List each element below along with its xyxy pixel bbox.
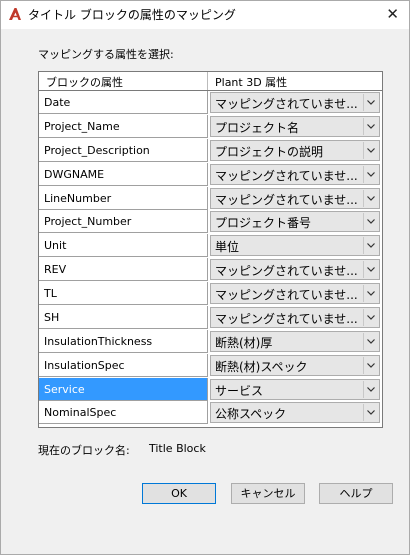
plant-attribute-dropdown[interactable]: マッピングされていませ... bbox=[210, 92, 380, 113]
column-header-block-attribute: ブロックの属性 bbox=[46, 76, 123, 89]
table-row: DWGNAME マッピングされていませ... bbox=[39, 162, 382, 187]
close-icon[interactable]: ✕ bbox=[386, 5, 399, 23]
cancel-button[interactable]: キャンセル bbox=[231, 483, 305, 504]
plant-attribute-dropdown[interactable]: 断熱(材)スペック bbox=[210, 354, 380, 376]
plant-attribute-dropdown[interactable]: プロジェクト番号 bbox=[210, 211, 380, 233]
table-row: LineNumber マッピングされていませ... bbox=[39, 186, 382, 211]
chevron-down-icon[interactable] bbox=[363, 261, 378, 279]
chevron-down-icon[interactable] bbox=[363, 332, 378, 350]
table-row: Date マッピングされていませ... bbox=[39, 91, 382, 115]
table-row: InsulationSpec 断熱(材)スペック bbox=[39, 353, 382, 378]
dropdown-value: マッピングされていませ... bbox=[215, 288, 358, 303]
table-row: REV マッピングされていませ... bbox=[39, 258, 382, 282]
block-attribute-cell[interactable]: TL bbox=[39, 282, 208, 306]
block-attribute-cell[interactable]: Project_Number bbox=[39, 210, 208, 234]
block-attribute-cell[interactable]: InsulationSpec bbox=[39, 353, 208, 377]
block-attribute-cell[interactable]: REV bbox=[39, 258, 208, 282]
column-divider[interactable] bbox=[207, 72, 208, 90]
dropdown-value: マッピングされていませ... bbox=[215, 311, 358, 326]
dropdown-value: 単位 bbox=[215, 240, 240, 255]
plant-attribute-dropdown[interactable]: マッピングされていませ... bbox=[210, 306, 380, 328]
plant-attribute-dropdown[interactable]: マッピングされていませ... bbox=[210, 187, 380, 209]
dropdown-value: マッピングされていませ... bbox=[215, 168, 358, 183]
block-attribute-cell[interactable]: SH bbox=[39, 305, 208, 329]
dropdown-value: プロジェクトの説明 bbox=[215, 144, 324, 159]
chevron-down-icon[interactable] bbox=[363, 356, 378, 374]
plant-attribute-dropdown[interactable]: 単位 bbox=[210, 235, 380, 257]
chevron-down-icon[interactable] bbox=[363, 189, 378, 207]
dropdown-value: マッピングされていませ... bbox=[215, 264, 358, 279]
plant-attribute-dropdown[interactable]: マッピングされていませ... bbox=[210, 259, 380, 281]
dropdown-value: マッピングされていませ... bbox=[215, 97, 358, 111]
table-row: SH マッピングされていませ... bbox=[39, 305, 382, 330]
table-row: Project_Number プロジェクト番号 bbox=[39, 210, 382, 234]
plant-attribute-dropdown[interactable]: プロジェクト名 bbox=[210, 115, 380, 137]
chevron-down-icon[interactable] bbox=[363, 308, 378, 326]
dropdown-value: サービス bbox=[215, 383, 264, 398]
dropdown-value: 断熱(材)厚 bbox=[215, 335, 273, 350]
table-row: Project_Description プロジェクトの説明 bbox=[39, 138, 382, 163]
chevron-down-icon[interactable] bbox=[363, 380, 378, 398]
window-title: タイトル ブロックの属性のマッピング bbox=[28, 8, 236, 22]
chevron-down-icon[interactable] bbox=[363, 285, 378, 303]
table-row: TL マッピングされていませ... bbox=[39, 282, 382, 306]
chevron-down-icon[interactable] bbox=[363, 117, 378, 135]
table-row: Service サービス bbox=[39, 377, 382, 402]
block-attribute-cell[interactable]: NominalSpec bbox=[39, 401, 208, 425]
block-attribute-cell[interactable]: Unit bbox=[39, 234, 208, 258]
dropdown-value: 断熱(材)スペック bbox=[215, 359, 308, 374]
block-attribute-cell[interactable]: DWGNAME bbox=[39, 162, 208, 186]
attribute-mapping-table: ブロックの属性 Plant 3D 属性 Date マッピングされていませ... Pr… bbox=[38, 71, 383, 428]
dropdown-value: マッピングされていませ... bbox=[215, 192, 358, 207]
help-button[interactable]: ヘルプ bbox=[319, 483, 393, 504]
dropdown-value: プロジェクト名 bbox=[215, 120, 300, 135]
column-header-plant-attribute: Plant 3D 属性 bbox=[215, 76, 288, 89]
block-attribute-cell[interactable]: InsulationThickness bbox=[39, 329, 208, 353]
dropdown-value: プロジェクト番号 bbox=[215, 216, 312, 231]
table-row: Project_Name プロジェクト名 bbox=[39, 114, 382, 139]
plant-attribute-dropdown[interactable]: 公称スペック bbox=[210, 402, 380, 424]
title-bar: タイトル ブロックの属性のマッピング ✕ bbox=[1, 1, 409, 29]
table-row: NominalSpec 公称スペック bbox=[39, 401, 382, 425]
autocad-logo-icon bbox=[8, 7, 22, 21]
block-attribute-cell[interactable]: Date bbox=[39, 91, 208, 114]
plant-attribute-dropdown[interactable]: サービス bbox=[210, 378, 380, 400]
plant-attribute-dropdown[interactable]: 断熱(材)厚 bbox=[210, 330, 380, 352]
plant-attribute-dropdown[interactable]: マッピングされていませ... bbox=[210, 283, 380, 305]
table-row: Unit 単位 bbox=[39, 234, 382, 258]
block-attribute-cell[interactable]: Project_Description bbox=[39, 138, 208, 162]
chevron-down-icon[interactable] bbox=[363, 165, 378, 183]
dropdown-value: 公称スペック bbox=[215, 407, 287, 422]
plant-attribute-dropdown[interactable]: マッピングされていませ... bbox=[210, 163, 380, 185]
block-attribute-cell[interactable]: Project_Name bbox=[39, 114, 208, 138]
block-attribute-cell[interactable]: Service bbox=[39, 377, 208, 401]
dialog-window: タイトル ブロックの属性のマッピング ✕ マッピングする属性を選択: ブロックの… bbox=[0, 0, 410, 555]
table-header: ブロックの属性 Plant 3D 属性 bbox=[39, 72, 382, 91]
chevron-down-icon[interactable] bbox=[363, 94, 378, 111]
current-block-value: Title Block bbox=[149, 442, 206, 455]
chevron-down-icon[interactable] bbox=[363, 213, 378, 231]
chevron-down-icon[interactable] bbox=[363, 404, 378, 422]
chevron-down-icon[interactable] bbox=[363, 141, 378, 159]
chevron-down-icon[interactable] bbox=[363, 237, 378, 255]
table-row: InsulationThickness 断熱(材)厚 bbox=[39, 329, 382, 354]
select-prompt: マッピングする属性を選択: bbox=[38, 48, 174, 61]
plant-attribute-dropdown[interactable]: プロジェクトの説明 bbox=[210, 139, 380, 161]
block-attribute-cell[interactable]: LineNumber bbox=[39, 186, 208, 210]
current-block-label: 現在のブロック名: bbox=[38, 444, 130, 457]
ok-button[interactable]: OK bbox=[142, 483, 216, 504]
